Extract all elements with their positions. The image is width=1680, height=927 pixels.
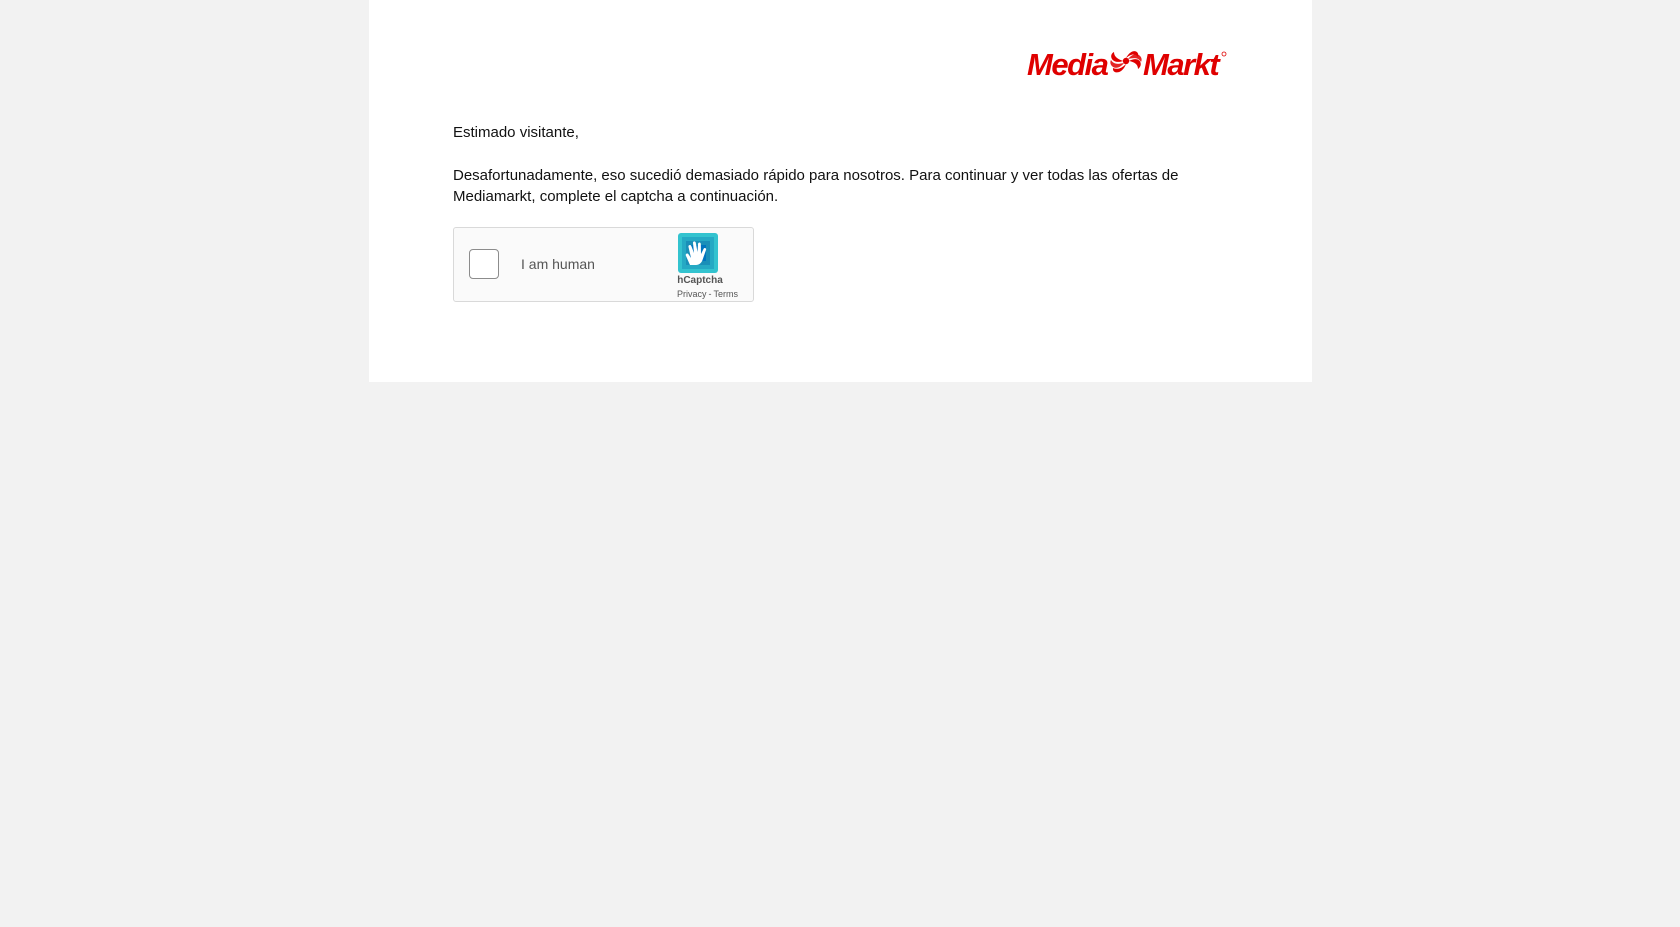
greeting-text: Estimado visitante, xyxy=(453,124,579,141)
content-card: Media Markt Estimado visitante, Desafort… xyxy=(369,0,1312,382)
captcha-checkbox-label: I am human xyxy=(521,256,595,272)
privacy-link[interactable]: Privacy xyxy=(677,289,707,299)
link-separator: - xyxy=(708,289,712,299)
hcaptcha-provider-name: hCaptcha xyxy=(677,275,723,286)
captcha-legal-links: Privacy - Terms xyxy=(677,289,738,299)
hcaptcha-hand-icon xyxy=(676,231,720,275)
svg-text:Markt: Markt xyxy=(1143,47,1221,82)
svg-text:Media: Media xyxy=(1027,47,1109,82)
captcha-message: Desafortunadamente, eso sucedió demasiad… xyxy=(453,167,1179,205)
terms-link[interactable]: Terms xyxy=(714,289,739,299)
hcaptcha-widget: I am human hCaptcha Privacy - Terms xyxy=(453,227,754,302)
i-am-human-checkbox[interactable] xyxy=(469,249,499,279)
mediamarkt-logo: Media Markt xyxy=(1027,46,1227,82)
